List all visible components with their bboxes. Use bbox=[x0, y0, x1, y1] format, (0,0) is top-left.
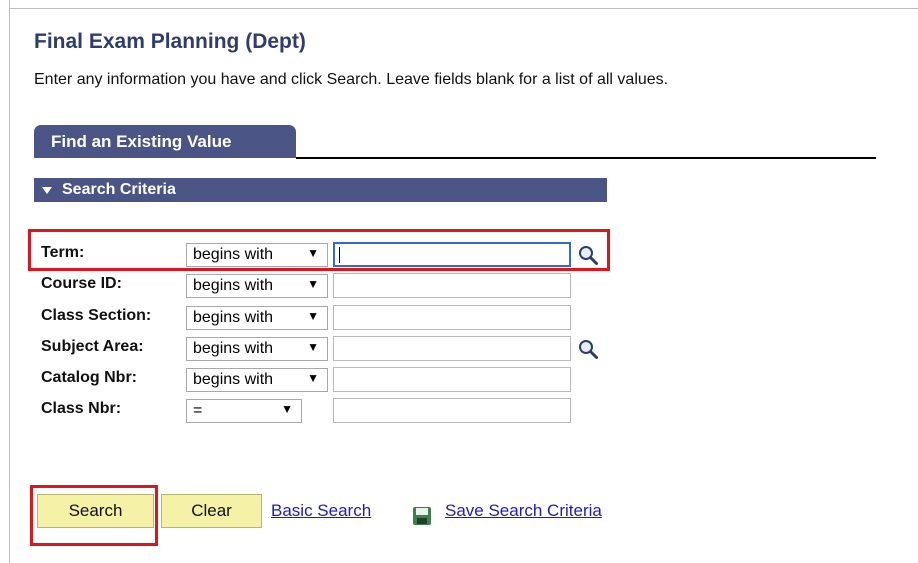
criteria-row-course-id: Course ID: begins with ▼ bbox=[0, 272, 918, 300]
criteria-label-term: Term: bbox=[41, 244, 85, 261]
criteria-label-class-section: Class Section: bbox=[41, 307, 152, 324]
class-nbr-input[interactable] bbox=[333, 398, 571, 423]
catalog-nbr-operator-select[interactable]: begins with ▼ bbox=[186, 368, 328, 392]
search-lookup-icon[interactable] bbox=[577, 338, 599, 360]
search-button[interactable]: Search bbox=[37, 494, 154, 528]
save-search-criteria-link[interactable]: Save Search Criteria bbox=[445, 501, 602, 521]
operator-value: = bbox=[193, 402, 203, 419]
search-criteria-header[interactable]: Search Criteria bbox=[34, 178, 607, 202]
dropdown-arrow-icon: ▼ bbox=[307, 246, 319, 260]
tab-label: Find an Existing Value bbox=[51, 131, 232, 151]
floppy-disk-icon[interactable] bbox=[412, 506, 432, 526]
frame-border-top bbox=[9, 8, 918, 9]
triangle-down-icon[interactable] bbox=[42, 187, 52, 194]
criteria-label-course-id: Course ID: bbox=[41, 275, 122, 292]
dropdown-arrow-icon: ▼ bbox=[281, 402, 293, 416]
class-section-operator-select[interactable]: begins with ▼ bbox=[186, 306, 328, 330]
criteria-row-subject-area: Subject Area: begins with ▼ bbox=[0, 335, 918, 363]
search-lookup-icon[interactable] bbox=[577, 244, 599, 266]
term-input[interactable] bbox=[333, 242, 571, 267]
criteria-label-class-nbr: Class Nbr: bbox=[41, 400, 122, 417]
class-nbr-operator-select[interactable]: = ▼ bbox=[186, 399, 302, 423]
tab-underline bbox=[296, 157, 876, 159]
criteria-row-catalog-nbr: Catalog Nbr: begins with ▼ bbox=[0, 366, 918, 394]
criteria-row-class-section: Class Section: begins with ▼ bbox=[0, 304, 918, 332]
dropdown-arrow-icon: ▼ bbox=[307, 277, 319, 291]
operator-value: begins with bbox=[193, 340, 274, 357]
page-title: Final Exam Planning (Dept) bbox=[34, 30, 306, 53]
operator-value: begins with bbox=[193, 246, 274, 263]
dropdown-arrow-icon: ▼ bbox=[307, 371, 319, 385]
course-id-operator-select[interactable]: begins with ▼ bbox=[186, 274, 328, 298]
term-operator-select[interactable]: begins with ▼ bbox=[186, 243, 328, 267]
clear-button[interactable]: Clear bbox=[161, 494, 262, 528]
criteria-row-class-nbr: Class Nbr: = ▼ bbox=[0, 397, 918, 425]
tab-find-existing-value[interactable]: Find an Existing Value bbox=[34, 125, 296, 158]
criteria-label-catalog-nbr: Catalog Nbr: bbox=[41, 369, 137, 386]
search-criteria-label: Search Criteria bbox=[62, 181, 176, 198]
operator-value: begins with bbox=[193, 309, 274, 326]
criteria-row-term: Term: begins with ▼ bbox=[0, 241, 918, 269]
operator-value: begins with bbox=[193, 371, 274, 388]
basic-search-link[interactable]: Basic Search bbox=[271, 501, 371, 521]
subject-area-input[interactable] bbox=[333, 336, 571, 361]
dropdown-arrow-icon: ▼ bbox=[307, 309, 319, 323]
dropdown-arrow-icon: ▼ bbox=[307, 340, 319, 354]
criteria-label-subject-area: Subject Area: bbox=[41, 338, 144, 355]
instructions-text: Enter any information you have and click… bbox=[34, 71, 669, 88]
text-caret bbox=[339, 247, 340, 263]
class-section-input[interactable] bbox=[333, 305, 571, 330]
operator-value: begins with bbox=[193, 277, 274, 294]
subject-area-operator-select[interactable]: begins with ▼ bbox=[186, 337, 328, 361]
catalog-nbr-input[interactable] bbox=[333, 367, 571, 392]
course-id-input[interactable] bbox=[333, 273, 571, 298]
